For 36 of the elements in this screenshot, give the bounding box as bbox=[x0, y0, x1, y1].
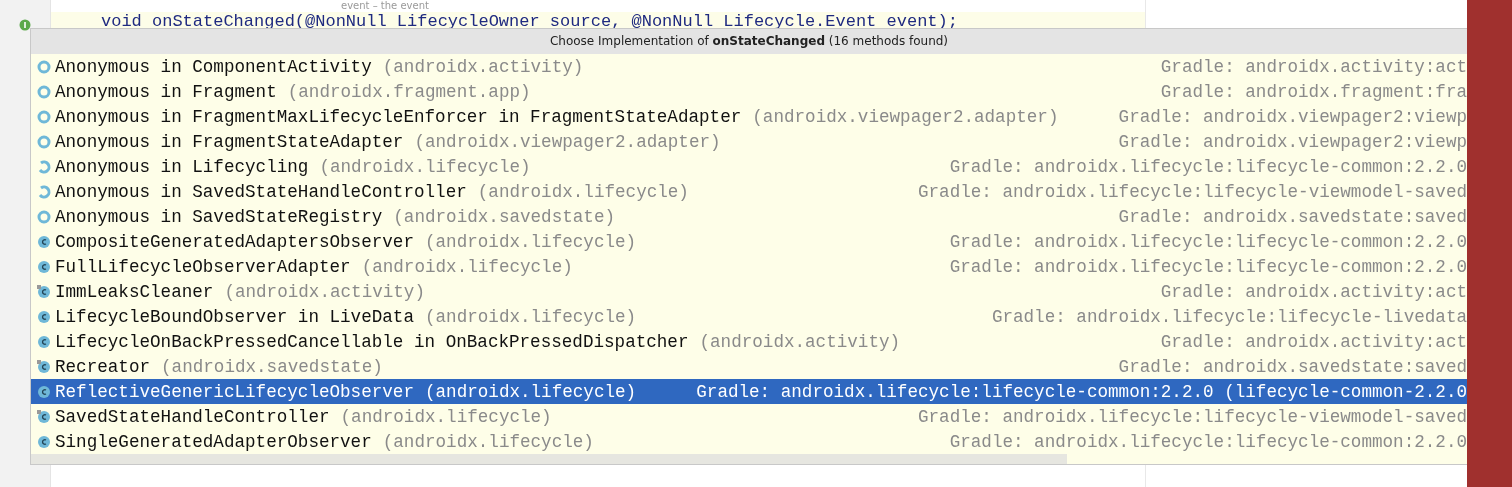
ring-icon bbox=[37, 209, 51, 224]
class-icon bbox=[37, 409, 51, 424]
implementation-item[interactable]: LifecycleOnBackPressedCancellable in OnBackPressedDispatcher (androidx.activity) Gradle: androidx.activity:act bbox=[31, 329, 1467, 354]
ring-icon bbox=[37, 184, 51, 199]
implementation-item[interactable]: Anonymous in SavedStateRegistry (androidx.savedstate) Gradle: androidx.savedstate:saved bbox=[31, 204, 1467, 229]
class-icon bbox=[37, 259, 51, 274]
doc-comment: event – the event bbox=[340, 0, 430, 12]
implementation-item[interactable]: Anonymous in SavedStateHandleController (androidx.lifecycle) Gradle: androidx.lifecycle:lifecycle-viewmodel-saved bbox=[31, 179, 1467, 204]
implementation-item[interactable]: FullLifecycleObserverAdapter (androidx.lifecycle) Gradle: androidx.lifecycle:lifecycle-common:2.2.0 bbox=[31, 254, 1467, 279]
implementation-item[interactable]: Recreator (androidx.savedstate) Gradle: androidx.savedstate:saved bbox=[31, 354, 1467, 379]
popup-title: Choose Implementation of onStateChanged (16 methods found) bbox=[31, 29, 1467, 54]
implementation-item[interactable]: ReflectiveGenericLifecycleObserver (androidx.lifecycle) Gradle: androidx.lifecycle:lifecycle-common:2.2.0 (lifecycle-common-2.2.0 bbox=[31, 379, 1467, 404]
implementation-item[interactable]: CompositeGeneratedAdaptersObserver (androidx.lifecycle) Gradle: androidx.lifecycle:lifecycle-common:2.2.0 bbox=[31, 229, 1467, 254]
class-icon bbox=[37, 359, 51, 374]
implementation-item[interactable]: SavedStateHandleController (androidx.lifecycle) Gradle: androidx.lifecycle:lifecycle-viewmodel-saved bbox=[31, 404, 1467, 429]
class-icon bbox=[37, 234, 51, 249]
implementation-item[interactable]: Anonymous in FragmentMaxLifecycleEnforcer in FragmentStateAdapter (androidx.viewpager2.adapter) Gradle: androidx.viewpager2:viewp bbox=[31, 104, 1467, 129]
implementation-item[interactable]: LifecycleBoundObserver in LiveData (androidx.lifecycle) Gradle: androidx.lifecycle:lifecycle-livedata bbox=[31, 304, 1467, 329]
implementation-item[interactable]: Anonymous in FragmentStateAdapter (androidx.viewpager2.adapter) Gradle: androidx.viewpager2:viewp bbox=[31, 129, 1467, 154]
implemented-icon[interactable] bbox=[19, 19, 31, 31]
ring-icon bbox=[37, 59, 51, 74]
ring-icon bbox=[37, 159, 51, 174]
implementation-item[interactable]: ImmLeaksCleaner (androidx.activity) Gradle: androidx.activity:act bbox=[31, 279, 1467, 304]
class-icon bbox=[37, 384, 51, 399]
class-icon bbox=[37, 309, 51, 324]
class-icon bbox=[37, 334, 51, 349]
class-icon bbox=[37, 284, 51, 299]
ring-icon bbox=[37, 84, 51, 99]
implementation-item[interactable]: SingleGeneratedAdapterObserver (androidx.lifecycle) Gradle: androidx.lifecycle:lifecycle-common:2.2.0 bbox=[31, 429, 1467, 454]
class-icon bbox=[37, 434, 51, 449]
scrollbar[interactable] bbox=[31, 454, 1067, 464]
implementation-item[interactable]: Anonymous in Fragment (androidx.fragment.app) Gradle: androidx.fragment:fra bbox=[31, 79, 1467, 104]
ring-icon bbox=[37, 109, 51, 124]
implementation-item[interactable]: Anonymous in ComponentActivity (androidx.activity) Gradle: androidx.activity:act bbox=[31, 54, 1467, 79]
ring-icon bbox=[37, 134, 51, 149]
implementation-item[interactable]: Anonymous in Lifecycling (androidx.lifecycle) Gradle: androidx.lifecycle:lifecycle-common:2.2.0 bbox=[31, 154, 1467, 179]
